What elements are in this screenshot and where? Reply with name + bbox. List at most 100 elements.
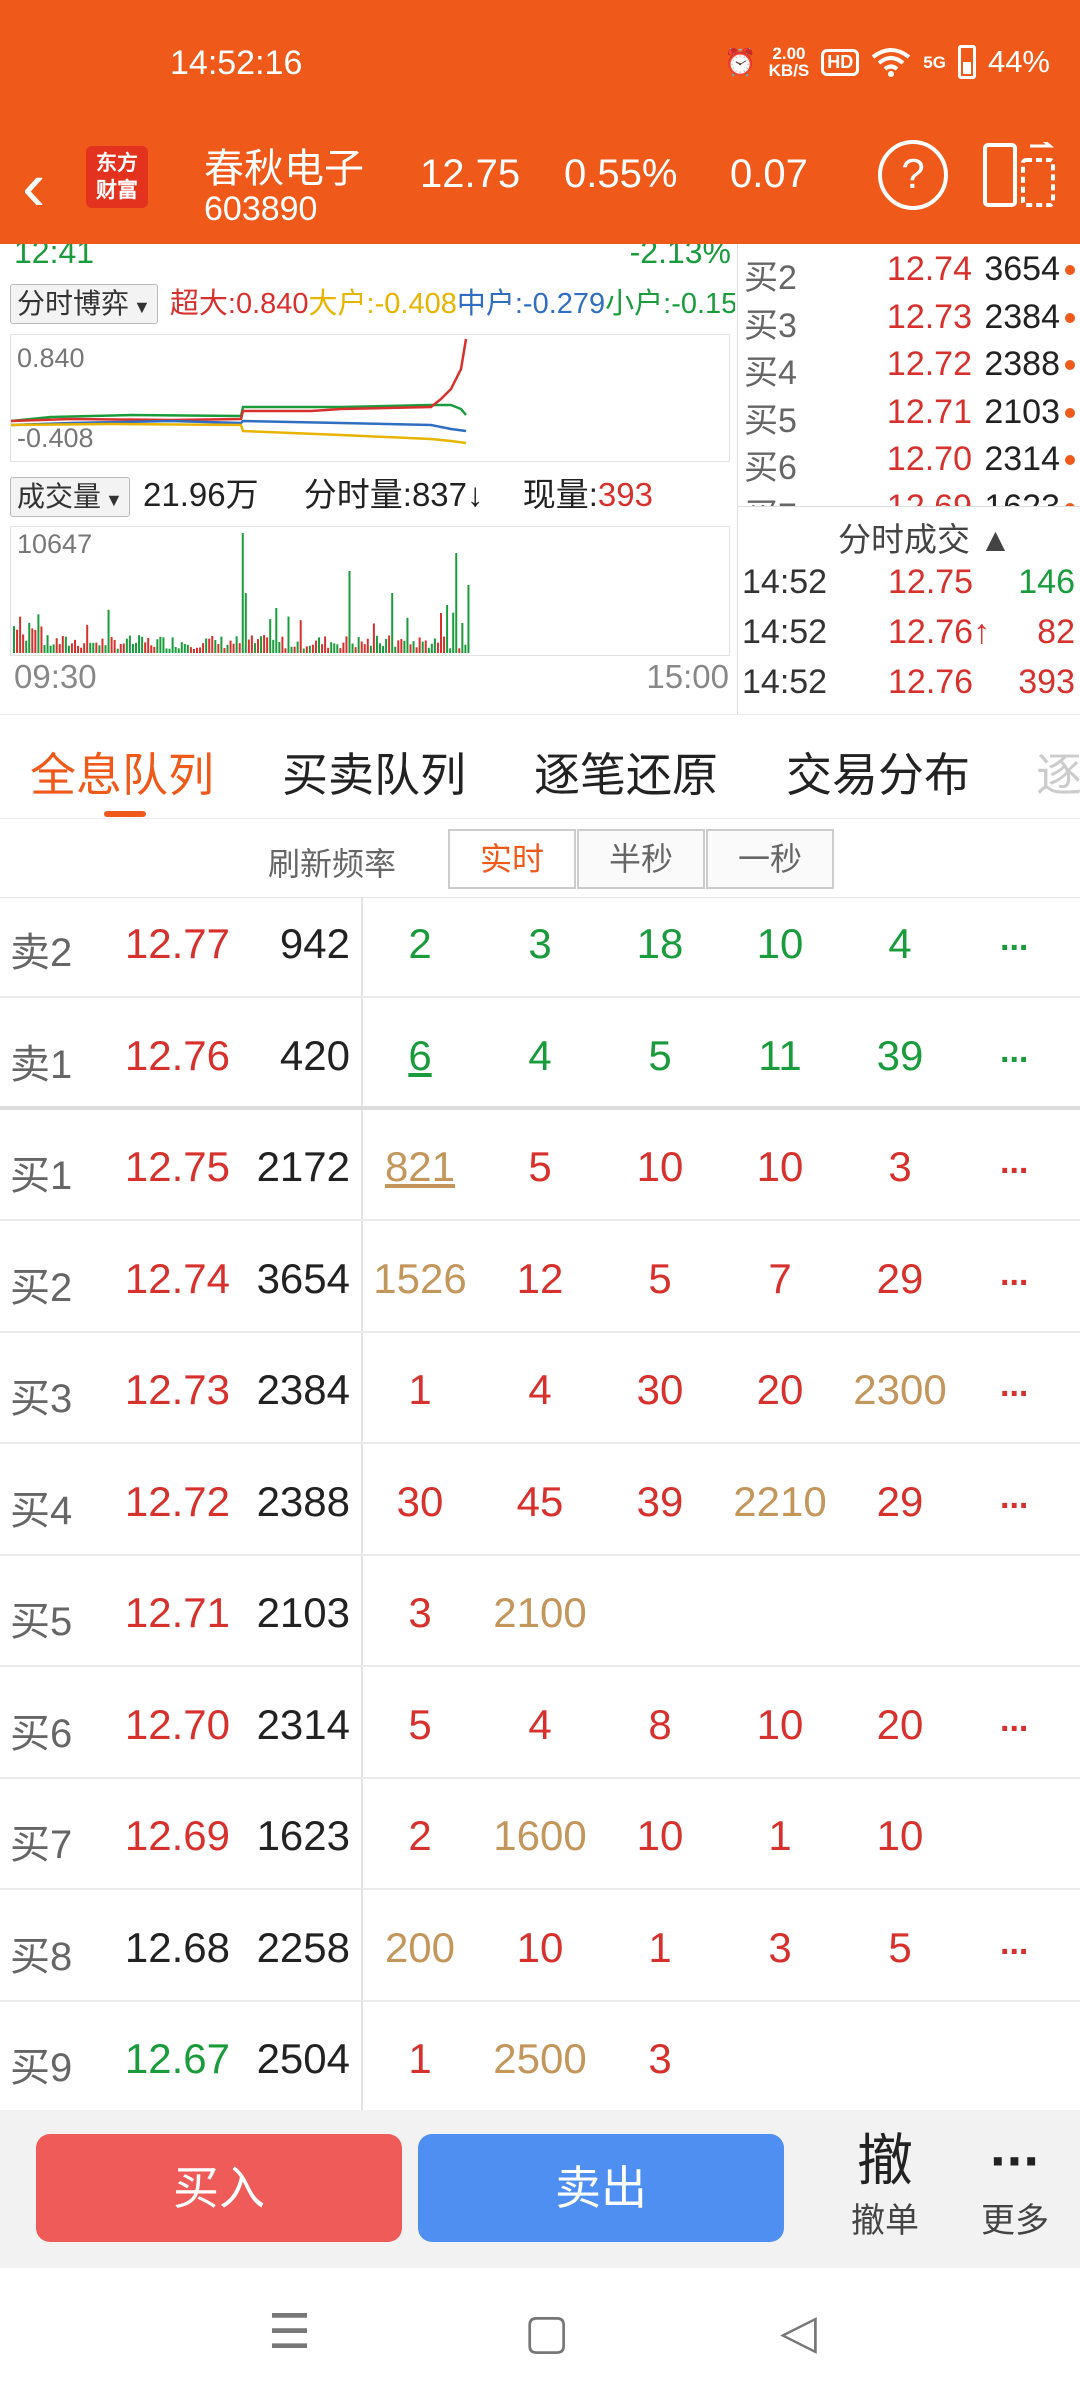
queue-row[interactable]: 买1 12.75 2172 821 5 10 10 3... [0,1109,1080,1221]
queue-order-size[interactable]: 20 [840,1701,960,1749]
queue-row[interactable]: 买2 12.74 3654 1526 12 5 7 29... [0,1221,1080,1333]
queue-order-size[interactable]: 5 [840,1924,960,1972]
queue-order-size[interactable]: 8 [600,1701,720,1749]
queue-order-size[interactable]: 2 [360,1812,480,1860]
queue-order-size[interactable]: 2100 [480,1589,600,1637]
queue-order-size[interactable]: 3 [360,1589,480,1637]
queue-more-link[interactable]: ... [1000,920,1028,959]
queue-order-size[interactable]: 3 [840,1143,960,1191]
queue-row[interactable]: 卖1 12.76 420 6 4 5 11 39... [0,998,1080,1110]
queue-order-size[interactable]: 200 [360,1924,480,1972]
order-book-row[interactable]: 买4 12.72 2388 [738,345,1080,393]
queue-order-size[interactable]: 1 [360,2035,480,2083]
queue-order-size[interactable]: 4 [480,1701,600,1749]
queue-order-size[interactable]: 4 [840,920,960,968]
volume-bar [49,645,52,653]
queue-order-size[interactable]: 2 [360,920,480,968]
volume-bar [418,637,421,653]
queue-order-size[interactable]: 1600 [480,1812,600,1860]
queue-order-size[interactable]: 10 [720,1701,840,1749]
queue-order-size[interactable]: 18 [600,920,720,968]
queue-row[interactable]: 买6 12.70 2314 5 4 8 10 20... [0,1667,1080,1779]
queue-row[interactable]: 买4 12.72 2388 30 45 39 2210 29... [0,1444,1080,1556]
queue-order-size[interactable]: 5 [360,1701,480,1749]
order-book-row[interactable]: 买5 12.71 2103 [738,393,1080,441]
queue-order-size[interactable]: 10 [840,1812,960,1860]
refresh-realtime-option[interactable]: 实时 [448,829,576,889]
refresh-half-second-option[interactable]: 半秒 [577,829,705,889]
back-nav-icon[interactable]: ◁ [780,2304,817,2360]
queue-more-link[interactable]: ... [1000,1366,1028,1405]
queue-order-size[interactable]: 5 [480,1143,600,1191]
refresh-one-second-option[interactable]: 一秒 [706,829,834,889]
queue-order-size[interactable]: 30 [360,1478,480,1526]
volume-dropdown[interactable]: 成交量 ▼ [10,477,130,517]
queue-order-size[interactable]: 5 [600,1032,720,1080]
queue-order-size[interactable]: 1 [720,1812,840,1860]
queue-order-size[interactable]: 3 [600,2035,720,2083]
cancel-order-button[interactable]: 撤 撤单 [830,2126,940,2256]
buy-button[interactable]: 买入 [36,2134,402,2242]
queue-more-link[interactable]: ... [1000,1032,1028,1071]
queue-order-size[interactable]: 2300 [840,1366,960,1414]
queue-order-size[interactable]: 2500 [480,2035,600,2083]
queue-order-size[interactable]: 4 [480,1366,600,1414]
order-book-row[interactable]: 买6 12.70 2314 [738,440,1080,488]
volume-bar [13,626,15,653]
queue-order-size[interactable]: 12 [480,1255,600,1303]
tab-overflow[interactable]: 逐 [1036,739,1080,805]
queue-order-size[interactable]: 29 [840,1255,960,1303]
queue-row[interactable]: 买7 12.69 1623 2 1600 10 1 10 [0,1778,1080,1890]
layout-switch-icon[interactable] [982,142,1056,208]
queue-order-size[interactable]: 30 [600,1366,720,1414]
more-button[interactable]: ··· 更多 [960,2126,1070,2256]
queue-order-size[interactable]: 45 [480,1478,600,1526]
order-book-row[interactable]: 买2 12.74 3654 [738,250,1080,298]
queue-order-size[interactable]: 10 [720,1143,840,1191]
queue-order-size[interactable]: 4 [480,1032,600,1080]
order-book-row[interactable]: 买7 12.69 1623 [738,488,1080,506]
menu-icon[interactable]: ☰ [268,2304,311,2360]
queue-order-size[interactable]: 3 [480,920,600,968]
queue-price: 12.74 [124,1254,230,1302]
queue-order-size[interactable]: 39 [840,1032,960,1080]
tab-trade-distribution[interactable]: 交易分布 [786,739,970,805]
order-book-row[interactable]: 买3 12.73 2384 [738,298,1080,346]
queue-row[interactable]: 买8 12.68 2258 200 10 1 3 5... [0,1890,1080,2002]
queue-order-size[interactable]: 1 [600,1924,720,1972]
tab-buy-sell-queue[interactable]: 买卖队列 [282,739,466,805]
queue-order-size[interactable]: 5 [600,1255,720,1303]
tab-tick-restore[interactable]: 逐笔还原 [534,739,718,805]
queue-order-size[interactable]: 3 [720,1924,840,1972]
home-icon[interactable]: ▢ [524,2304,569,2360]
queue-order-size[interactable]: 1526 [360,1255,480,1303]
back-icon[interactable]: ‹ [22,146,45,226]
tab-full-queue[interactable]: 全息队列 [30,739,214,805]
queue-order-size[interactable]: 10 [600,1812,720,1860]
queue-order-size[interactable]: 821 [360,1143,480,1191]
queue-more-link[interactable]: ... [1000,1255,1028,1294]
queue-order-size[interactable]: 10 [600,1143,720,1191]
queue-order-size[interactable]: 11 [720,1032,840,1080]
help-icon[interactable]: ? [878,140,948,210]
queue-row[interactable]: 买3 12.73 2384 1 4 30 20 2300... [0,1332,1080,1444]
tick-trades-title[interactable]: 分时成交 ▲ [838,513,1012,561]
queue-order-size[interactable]: 10 [720,920,840,968]
queue-order-size[interactable]: 1 [360,1366,480,1414]
queue-order-size[interactable]: 2210 [720,1478,840,1526]
queue-more-link[interactable]: ... [1000,1143,1028,1182]
sell-button[interactable]: 卖出 [418,2134,784,2242]
queue-order-size[interactable]: 29 [840,1478,960,1526]
queue-more-link[interactable]: ... [1000,1701,1028,1740]
queue-order-size[interactable]: 10 [480,1924,600,1972]
queue-more-link[interactable]: ... [1000,1924,1028,1963]
queue-order-size[interactable]: 6 [360,1032,480,1080]
queue-order-size[interactable]: 39 [600,1478,720,1526]
queue-more-link[interactable]: ... [1000,1478,1028,1517]
queue-order-size[interactable]: 7 [720,1255,840,1303]
queue-row[interactable]: 买9 12.67 2504 1 2500 3 [0,2001,1080,2110]
queue-row[interactable]: 买5 12.71 2103 3 2100 [0,1555,1080,1667]
fenshi-game-dropdown[interactable]: 分时博弈 ▼ [10,284,158,324]
queue-order-size[interactable]: 20 [720,1366,840,1414]
queue-row[interactable]: 卖2 12.77 942 2 3 18 10 4... [0,898,1080,998]
